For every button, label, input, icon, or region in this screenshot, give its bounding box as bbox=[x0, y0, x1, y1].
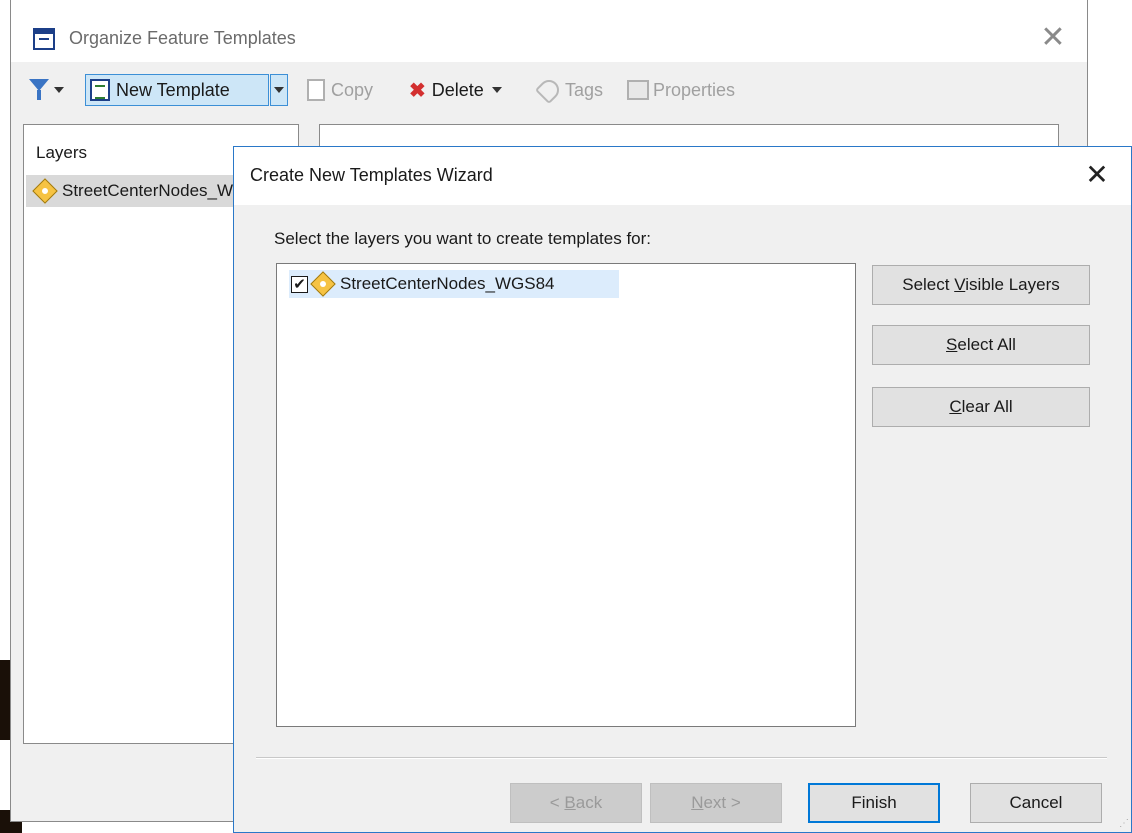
select-visible-label-post: isible Layers bbox=[965, 275, 1060, 294]
new-template-button[interactable]: New Template bbox=[85, 74, 269, 106]
back-button[interactable]: < Back bbox=[510, 783, 642, 823]
tags-button[interactable]: Tags bbox=[534, 74, 604, 106]
delete-label: Delete bbox=[431, 79, 484, 100]
close-icon[interactable]: ✕ bbox=[1077, 155, 1117, 195]
select-visible-layers-button[interactable]: Select Visible Layers bbox=[872, 265, 1090, 305]
point-layer-icon bbox=[32, 178, 58, 204]
properties-label: Properties bbox=[653, 79, 736, 100]
toolbar: New Template Copy ✖ Delete Tags Properti… bbox=[11, 62, 1087, 114]
chevron-down-icon bbox=[491, 87, 502, 93]
footer-divider bbox=[256, 757, 1107, 759]
properties-icon bbox=[627, 80, 649, 100]
checkbox-checked-icon[interactable]: ✔ bbox=[291, 275, 308, 293]
finish-button[interactable]: Finish bbox=[808, 783, 940, 823]
parent-window-title: Organize Feature Templates bbox=[69, 28, 296, 48]
finish-label: Finish bbox=[851, 793, 897, 812]
filter-dropdown-button[interactable] bbox=[29, 74, 67, 106]
copy-icon bbox=[307, 79, 325, 101]
delete-icon: ✖ bbox=[409, 79, 426, 102]
wizard-prompt: Select the layers you want to create tem… bbox=[274, 229, 652, 248]
select-all-label-key: S bbox=[946, 335, 958, 354]
background-artifact bbox=[0, 660, 10, 740]
new-template-dropdown[interactable] bbox=[270, 74, 288, 106]
cancel-label: Cancel bbox=[1009, 793, 1063, 812]
cancel-button[interactable]: Cancel bbox=[970, 783, 1102, 823]
create-new-templates-wizard: Create New Templates Wizard ✕ Select the… bbox=[233, 146, 1132, 833]
new-template-label: New Template bbox=[116, 79, 230, 100]
properties-button[interactable]: Properties bbox=[627, 74, 735, 106]
parent-titlebar: Organize Feature Templates ✕ bbox=[11, 0, 1087, 62]
wizard-titlebar: Create New Templates Wizard ✕ bbox=[234, 147, 1131, 205]
copy-label: Copy bbox=[331, 79, 374, 100]
point-layer-icon bbox=[310, 271, 336, 297]
list-item-label: StreetCenterNodes_WGS84 bbox=[340, 274, 555, 293]
new-template-icon bbox=[90, 79, 110, 101]
layer-selection-list[interactable]: ✔ StreetCenterNodes_WGS84 bbox=[276, 263, 856, 727]
clear-all-button[interactable]: Clear All bbox=[872, 387, 1090, 427]
chevron-down-icon bbox=[54, 87, 64, 93]
filter-icon bbox=[29, 79, 49, 101]
resize-grip-icon[interactable]: ⋰ bbox=[1117, 818, 1129, 830]
copy-button[interactable]: Copy bbox=[307, 74, 373, 106]
select-all-label-post: elect All bbox=[957, 335, 1016, 354]
back-label-pre: < bbox=[549, 793, 565, 812]
back-label-post: ack bbox=[575, 793, 603, 812]
next-button[interactable]: Next > bbox=[650, 783, 782, 823]
delete-button[interactable]: ✖ Delete bbox=[409, 74, 502, 106]
next-label-post: ext > bbox=[703, 793, 741, 812]
select-visible-label-pre: Select bbox=[902, 275, 955, 294]
select-all-button[interactable]: Select All bbox=[872, 325, 1090, 365]
templates-window-icon bbox=[33, 28, 55, 50]
tag-icon bbox=[534, 75, 564, 105]
select-visible-label-key: V bbox=[954, 275, 966, 294]
next-label-key: N bbox=[691, 793, 704, 812]
list-item[interactable]: ✔ StreetCenterNodes_WGS84 bbox=[289, 270, 619, 298]
wizard-title: Create New Templates Wizard bbox=[250, 165, 493, 185]
layers-heading: Layers bbox=[36, 143, 88, 162]
tags-label: Tags bbox=[565, 79, 604, 100]
back-label-key: B bbox=[564, 793, 576, 812]
close-icon[interactable]: ✕ bbox=[1033, 20, 1073, 56]
clear-all-label-post: lear All bbox=[961, 397, 1013, 416]
chevron-down-icon bbox=[274, 87, 284, 93]
clear-all-label-key: C bbox=[949, 397, 962, 416]
